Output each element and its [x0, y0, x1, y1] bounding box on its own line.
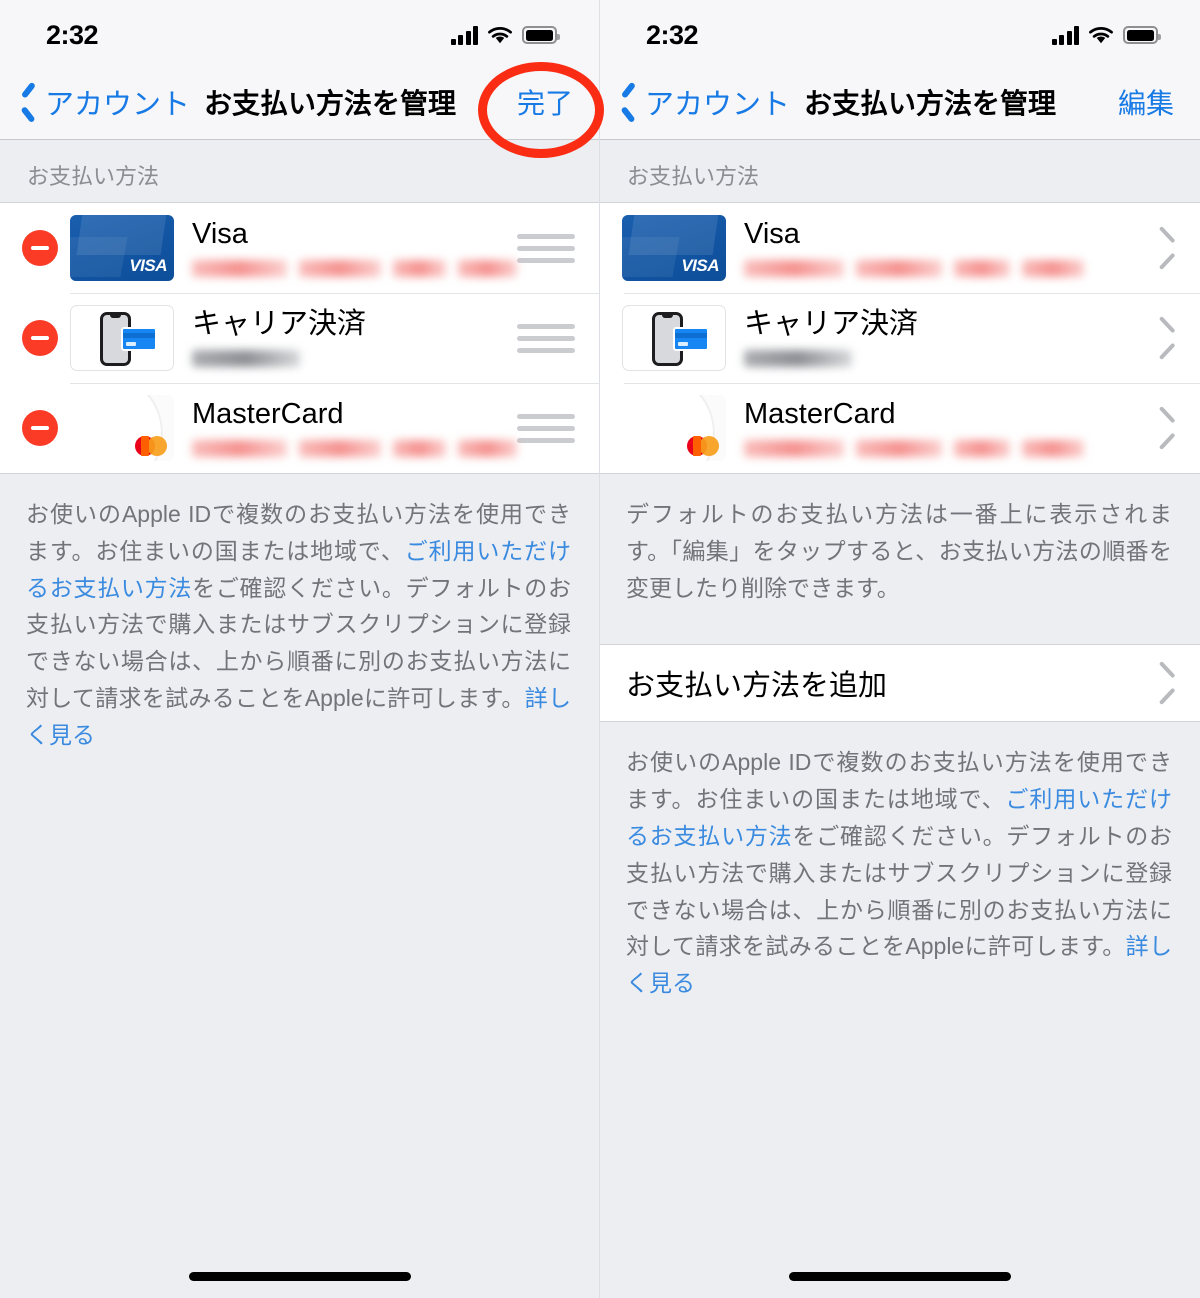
- status-icons: [1051, 20, 1161, 45]
- battery-full-icon: [522, 26, 560, 44]
- home-indicator-area: [0, 1254, 599, 1298]
- row-text: MasterCard: [192, 398, 517, 457]
- back-button[interactable]: アカウント: [22, 81, 190, 123]
- back-button-label: アカウント: [45, 88, 191, 121]
- back-button[interactable]: アカウント: [622, 81, 790, 123]
- back-button-label: アカウント: [645, 88, 791, 121]
- chevron-right-icon: [1158, 231, 1178, 265]
- row-title: キャリア決済: [744, 308, 919, 341]
- row-subtitle-redacted: [192, 439, 517, 457]
- row-title: MasterCard: [192, 398, 344, 431]
- row-text: キャリア決済: [192, 308, 517, 367]
- row-title: Visa: [744, 218, 800, 251]
- chevron-right-icon: [1158, 321, 1178, 355]
- table-row[interactable]: VISA Visa: [0, 203, 599, 293]
- add-payment-method-row[interactable]: お支払い方法を追加: [600, 645, 1200, 721]
- row-text: キャリア決済: [744, 308, 1158, 367]
- row-subtitle-redacted: [744, 439, 1158, 457]
- reorder-handle[interactable]: [517, 413, 575, 443]
- table-row[interactable]: VISA Visa: [600, 203, 1200, 293]
- row-subtitle-redacted: [192, 349, 517, 367]
- status-bar: 2:32: [0, 0, 599, 64]
- status-bar: 2:32: [600, 0, 1200, 64]
- page-title: お支払い方法を管理: [204, 87, 457, 119]
- delete-row-button[interactable]: [22, 410, 58, 446]
- card-art-visa: VISA: [622, 215, 726, 281]
- home-indicator[interactable]: [789, 1271, 1011, 1281]
- chevron-right-icon: [1158, 666, 1178, 700]
- wifi-icon: [1088, 26, 1114, 45]
- reorder-handle[interactable]: [517, 233, 575, 263]
- row-subtitle-redacted: [744, 349, 1158, 367]
- chevron-right-icon: [1158, 411, 1178, 445]
- add-payment-method-label: お支払い方法を追加: [626, 670, 888, 703]
- table-row[interactable]: MasterCard: [0, 383, 599, 473]
- signal-bars-icon: [450, 25, 478, 45]
- section-header-payment-methods: お支払い方法: [27, 164, 160, 189]
- card-art-carrier: [622, 305, 726, 371]
- navigation-bar: アカウント お支払い方法を管理 編集: [600, 64, 1200, 140]
- signal-bars-icon: [1051, 25, 1079, 45]
- row-text: Visa: [744, 218, 1158, 277]
- row-text: Visa: [192, 218, 517, 277]
- navigation-bar: アカウント お支払い方法を管理 完了: [0, 64, 599, 140]
- delete-row-button[interactable]: [22, 230, 58, 266]
- add-payment-method-section: お支払い方法を追加: [600, 644, 1200, 723]
- card-art-mastercard: [622, 395, 726, 461]
- battery-full-icon: [1123, 26, 1161, 44]
- delete-row-button[interactable]: [22, 320, 58, 356]
- footer-note-part1: デフォルトのお支払い方法は一番上に表示されます。「編集」をタップすると、お支払い…: [626, 501, 1172, 601]
- dual-screenshot-comparison: 2:32 アカウント お支払い方法を管理 完了 お支払い方法 VISA Visa…: [0, 0, 1200, 1298]
- chevron-left-icon: [22, 89, 37, 115]
- status-time: 2:32: [646, 19, 699, 50]
- edit-button[interactable]: 編集: [1118, 82, 1174, 122]
- section-header-payment-methods: お支払い方法: [627, 164, 760, 189]
- payment-methods-list: VISA Visa キャリア決済 MasterCard: [600, 202, 1200, 474]
- screen-edit-mode: 2:32 アカウント お支払い方法を管理 完了 お支払い方法 VISA Visa…: [0, 0, 604, 1298]
- table-row[interactable]: キャリア決済: [0, 293, 599, 383]
- home-indicator[interactable]: [188, 1271, 411, 1281]
- chevron-left-icon: [622, 89, 637, 115]
- table-row[interactable]: MasterCard: [600, 383, 1200, 473]
- card-art-visa: VISA: [70, 215, 174, 281]
- footer-note: デフォルトのお支払い方法は一番上に表示されます。「編集」をタップすると、お支払い…: [600, 474, 1200, 606]
- row-subtitle-redacted: [192, 259, 517, 277]
- page-title: お支払い方法を管理: [804, 87, 1057, 119]
- table-row[interactable]: キャリア決済: [600, 293, 1200, 383]
- row-subtitle-redacted: [744, 259, 1158, 277]
- status-icons: [450, 20, 560, 45]
- row-title: Visa: [192, 218, 248, 251]
- footer-note-secondary: お使いのApple IDで複数のお支払い方法を使用できます。お住まいの国または地…: [600, 722, 1200, 1002]
- wifi-icon: [487, 26, 513, 45]
- payment-methods-list: VISA Visa キャリア決済 MasterCard: [0, 202, 599, 474]
- row-title: キャリア決済: [192, 308, 367, 341]
- status-time: 2:32: [46, 19, 99, 50]
- home-indicator-area: [600, 1254, 1200, 1298]
- row-text: MasterCard: [744, 398, 1158, 457]
- row-title: MasterCard: [744, 398, 896, 431]
- reorder-handle[interactable]: [517, 323, 575, 353]
- card-art-carrier: [70, 305, 174, 371]
- card-art-mastercard: [70, 395, 174, 461]
- screen-view-mode: 2:32 アカウント お支払い方法を管理 編集 お支払い方法 VISA Visa…: [600, 0, 1200, 1298]
- done-button[interactable]: 完了: [517, 82, 573, 122]
- footer-note: お使いのApple IDで複数のお支払い方法を使用できます。お住まいの国または地…: [0, 474, 599, 754]
